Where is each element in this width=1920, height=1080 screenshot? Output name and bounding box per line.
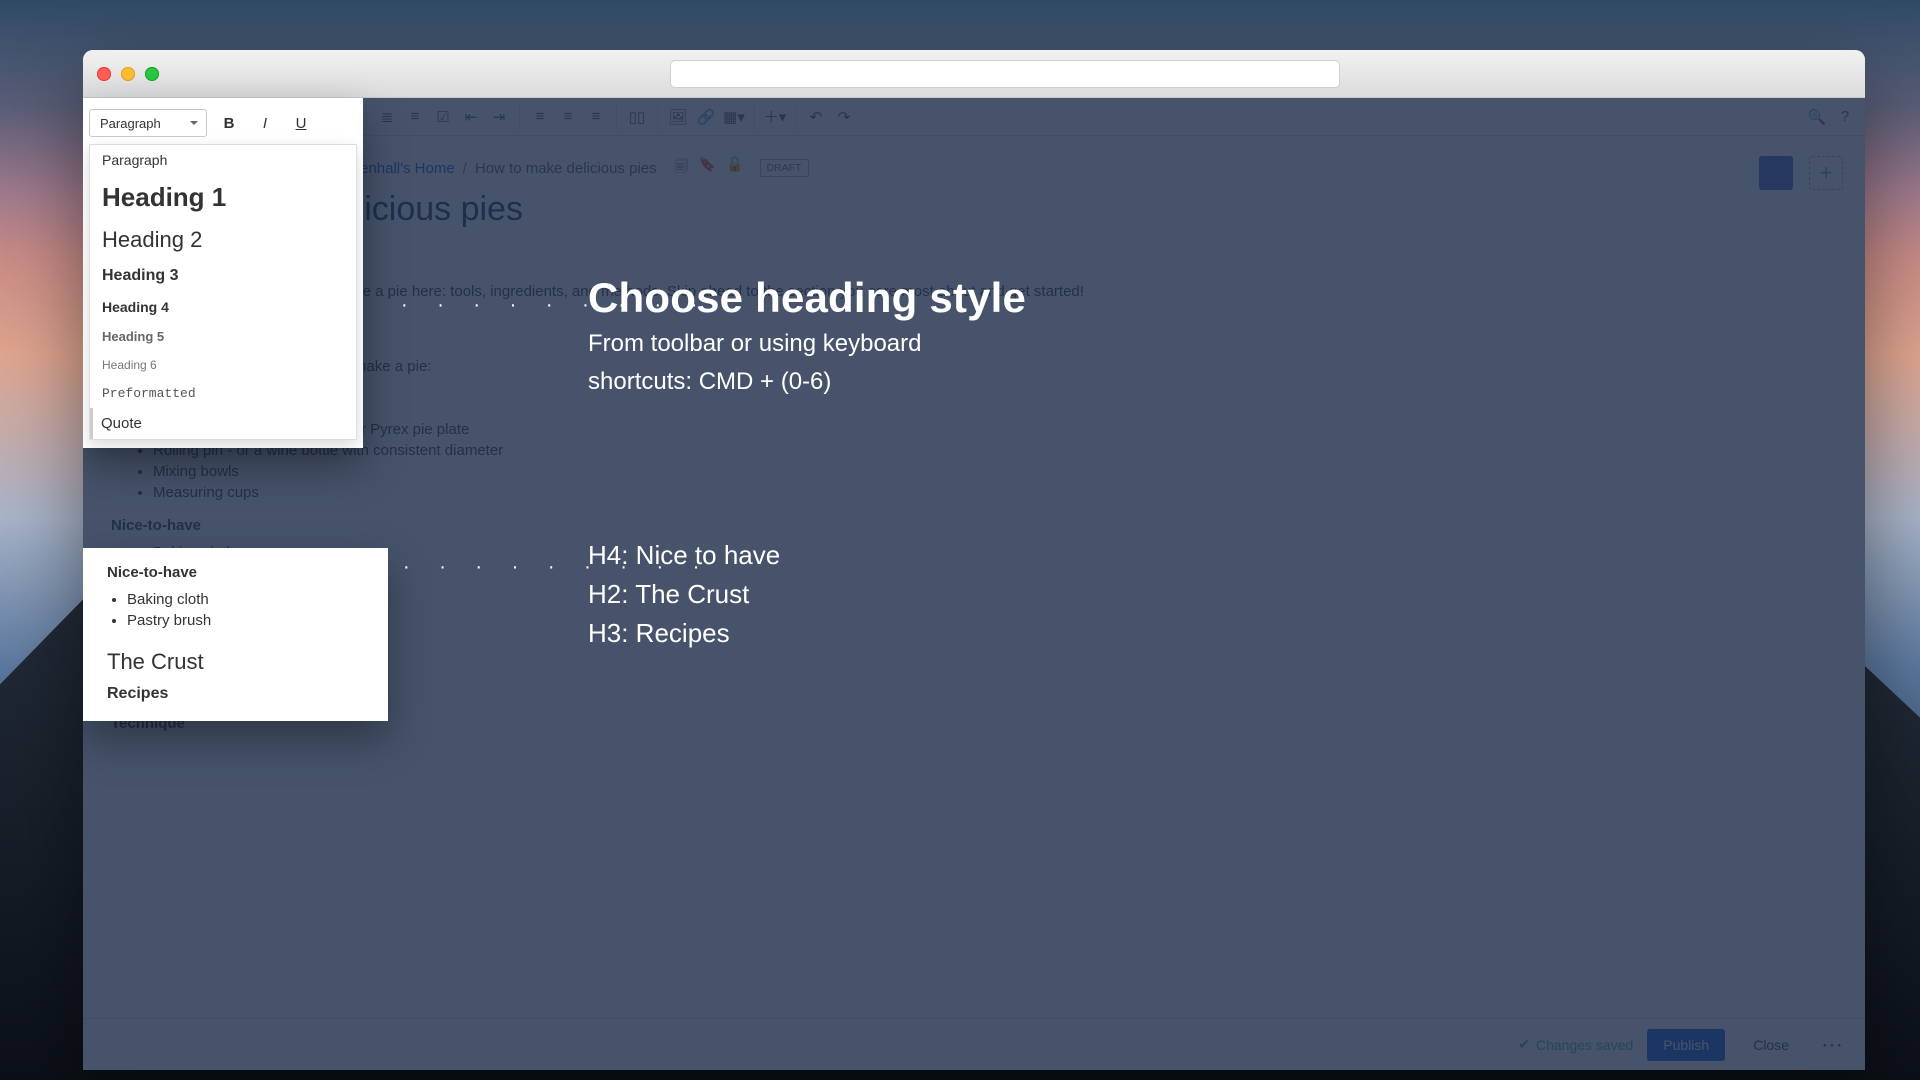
check-icon: ✔ <box>1518 1036 1530 1053</box>
draft-badge: DRAFT <box>760 159 809 177</box>
indent-button[interactable]: ⇥ <box>485 103 513 131</box>
editor-app: B I U A ¶▾ ≣ ≡ ☑ ⇤ ⇥ ≡ ≡ ≡ ▯▯ 🖼 🔗 ▦▾ ＋▾ … <box>83 98 1865 1070</box>
annotation-subtitle: shortcuts: CMD + (0-6) <box>588 366 1026 398</box>
changes-saved-status: ✔ Changes saved <box>1518 1036 1633 1053</box>
list-item[interactable]: Rolling pin - or a wine bottle with cons… <box>153 442 1837 459</box>
spotlight-headings-example: Nice-to-have Baking cloth Pastry brush T… <box>83 548 388 721</box>
paragraph-style-dropdown: Paragraph Heading 1 Heading 2 Heading 3 … <box>89 144 357 440</box>
required-list[interactable]: Pie plate - I suggest 9" diameter Pyrex … <box>153 421 1837 501</box>
minimize-window-button[interactable] <box>121 67 135 81</box>
align-left-button[interactable]: ≡ <box>526 103 554 131</box>
browser-window: B I U A ¶▾ ≣ ≡ ☑ ⇤ ⇥ ≡ ≡ ≡ ▯▯ 🖼 🔗 ▦▾ ＋▾ … <box>83 50 1865 1070</box>
heading-guide[interactable]: A comprehensive guide <box>111 243 1837 269</box>
annotation-example: H3: Recipes <box>588 614 780 653</box>
heading-recipes-spot[interactable]: Recipes <box>107 685 364 703</box>
layout-button[interactable]: ▯▯ <box>623 103 651 131</box>
align-right-button[interactable]: ≡ <box>582 103 610 131</box>
annotation-example: H2: The Crust <box>588 575 780 614</box>
paragraph-style-select[interactable]: Paragraph <box>89 109 207 137</box>
underline-button[interactable]: U <box>287 109 315 137</box>
address-bar[interactable] <box>670 60 1340 88</box>
list-item[interactable]: Pastry brush <box>127 612 364 629</box>
image-button[interactable]: 🖼 <box>664 103 692 131</box>
breadcrumb: John Wetenhall / Pages / John Wetenhall'… <box>111 156 1837 180</box>
paragraph-style-label: Paragraph <box>100 116 161 131</box>
publish-button[interactable]: Publish <box>1647 1029 1725 1061</box>
task-list-button[interactable]: ☑ <box>429 103 457 131</box>
list-item[interactable]: Mixing bowls <box>153 463 1837 480</box>
heading-crust-spot[interactable]: The Crust <box>107 649 364 675</box>
lock-icon[interactable]: 🔓 <box>726 156 743 180</box>
more-actions-button[interactable]: ⋯ <box>1817 1032 1847 1058</box>
help-button[interactable]: ? <box>1831 103 1859 131</box>
page-title[interactable]: How to make delicious pies <box>111 190 1837 229</box>
style-option-preformatted[interactable]: Preformatted <box>90 379 356 408</box>
list-item[interactable]: Baking cloth <box>127 591 364 608</box>
table-button[interactable]: ▦▾ <box>720 103 748 131</box>
list-item[interactable]: Pie plate - I suggest 9" diameter Pyrex … <box>153 421 1837 438</box>
editor-footer: ✔ Changes saved Publish Close ⋯ <box>83 1018 1865 1070</box>
restrictions-icon[interactable]: 🗐 <box>675 156 689 180</box>
zoom-window-button[interactable] <box>145 67 159 81</box>
outdent-button[interactable]: ⇤ <box>457 103 485 131</box>
heading-nice-spot[interactable]: Nice-to-have <box>107 564 364 581</box>
insert-button[interactable]: ＋▾ <box>761 103 789 131</box>
link-button[interactable]: 🔗 <box>692 103 720 131</box>
close-button[interactable]: Close <box>1739 1029 1803 1061</box>
window-titlebar <box>83 50 1865 98</box>
align-center-button[interactable]: ≡ <box>554 103 582 131</box>
search-button[interactable]: 🔍 <box>1803 103 1831 131</box>
heading-nice[interactable]: Nice-to-have <box>111 517 1837 534</box>
annotation-heading-style: Choose heading style From toolbar or usi… <box>588 274 1026 399</box>
italic-button[interactable]: I <box>251 109 279 137</box>
labels-icon[interactable]: 🔖 <box>699 156 716 180</box>
style-option-quote[interactable]: Quote <box>90 408 356 439</box>
style-option-paragraph[interactable]: Paragraph <box>90 145 356 175</box>
style-option-h1[interactable]: Heading 1 <box>90 175 356 220</box>
close-window-button[interactable] <box>97 67 111 81</box>
annotation-subtitle: From toolbar or using keyboard <box>588 328 1026 360</box>
number-list-button[interactable]: ≡ <box>401 103 429 131</box>
breadcrumb-item-current: How to make delicious pies <box>475 160 657 177</box>
style-option-h2[interactable]: Heading 2 <box>90 220 356 260</box>
style-option-h3[interactable]: Heading 3 <box>90 260 356 292</box>
style-option-h5[interactable]: Heading 5 <box>90 322 356 351</box>
annotation-title: Choose heading style <box>588 274 1026 322</box>
traffic-lights <box>97 67 159 81</box>
style-option-h6[interactable]: Heading 6 <box>90 351 356 379</box>
list-item[interactable]: Measuring cups <box>153 484 1837 501</box>
bullet-list-button[interactable]: ≣ <box>373 103 401 131</box>
nice-list-spot[interactable]: Baking cloth Pastry brush <box>127 591 364 629</box>
redo-button[interactable]: ↷ <box>830 103 858 131</box>
style-option-h4[interactable]: Heading 4 <box>90 292 356 322</box>
annotation-heading-examples: H4: Nice to have H2: The Crust H3: Recip… <box>588 536 780 653</box>
annotation-example: H4: Nice to have <box>588 536 780 575</box>
spotlight-style-dropdown: Paragraph B I U Paragraph Heading 1 Head… <box>83 98 363 448</box>
bold-button[interactable]: B <box>215 109 243 137</box>
undo-button[interactable]: ↶ <box>802 103 830 131</box>
